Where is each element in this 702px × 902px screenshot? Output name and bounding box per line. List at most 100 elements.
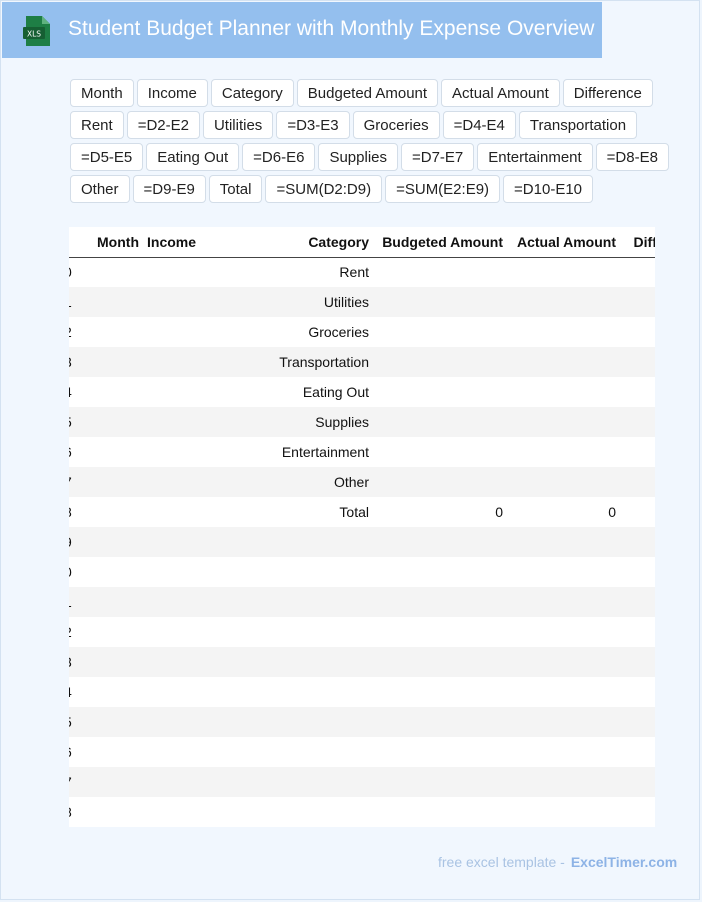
cell-income <box>143 257 213 287</box>
row-index-label: 7 <box>69 774 72 790</box>
cell-actual-amount <box>507 317 620 347</box>
footer-credit: free excel template - ExcelTimer.com <box>438 854 677 870</box>
cell-difference: 0.0 <box>620 287 655 317</box>
cell-month <box>73 347 143 377</box>
cell-category: Transportation <box>279 354 369 370</box>
cell-actual-amount <box>507 767 620 797</box>
header-banner: XLS Student Budget Planner with Monthly … <box>2 2 602 58</box>
cell-category: Utilities <box>323 294 369 310</box>
cell-actual-amount <box>507 737 620 767</box>
chip: =D6-E6 <box>242 143 316 171</box>
spreadsheet-preview: Month Income Category Budgeted Amount Actual… <box>69 227 655 828</box>
cell-month <box>73 617 143 647</box>
row-index-label: 5 <box>69 414 72 430</box>
cell-actual-amount <box>507 707 620 737</box>
cell-month <box>73 737 143 767</box>
chip: =D10-E10 <box>503 175 594 203</box>
chip: Other <box>70 175 130 203</box>
cell-category <box>213 737 373 767</box>
cell-difference <box>620 527 655 557</box>
cell-difference <box>620 797 655 827</box>
cell-income <box>143 467 213 497</box>
cell-actual-amount <box>507 647 620 677</box>
chip: Supplies <box>318 143 398 171</box>
row-index-label: 2 <box>69 624 72 640</box>
svg-text:XLS: XLS <box>27 30 41 39</box>
row-index-label: 7 <box>69 474 72 490</box>
table-row: 8Total000.0 <box>69 497 655 527</box>
page-title: Student Budget Planner with Monthly Expe… <box>68 17 595 40</box>
cell-income <box>143 797 213 827</box>
table-row: 9 <box>69 527 655 557</box>
cell-month <box>73 677 143 707</box>
column-header-income: Income <box>143 227 213 258</box>
cell-difference <box>620 647 655 677</box>
footer-brand-link[interactable]: ExcelTimer.com <box>571 854 677 870</box>
cell-budgeted-amount <box>373 407 507 437</box>
cell-difference: 0.0 <box>620 377 655 407</box>
cell-actual-amount <box>507 527 620 557</box>
excel-file-icon: XLS <box>23 16 50 46</box>
chip: =D2-E2 <box>126 111 200 139</box>
cell-difference: 0.0 <box>620 407 655 437</box>
cell-difference: 0.0 <box>620 497 655 527</box>
cell-month <box>73 557 143 587</box>
row-index-label: 1 <box>69 294 72 310</box>
cell-category: Groceries <box>308 324 369 340</box>
chip: =D5-E5 <box>70 143 144 171</box>
cell-difference: 0.0 <box>620 317 655 347</box>
chip: Budgeted Amount <box>296 79 439 107</box>
formula-chip-list: Month Income Category Budgeted Amount Actual… <box>70 79 700 207</box>
cell-month <box>73 767 143 797</box>
chip: Eating Out <box>146 143 240 171</box>
row-index-label: 0 <box>69 564 72 580</box>
chip: =SUM(D2:D9) <box>265 175 383 203</box>
cell-difference: 0.0 <box>620 347 655 377</box>
row-index-label: 3 <box>69 654 72 670</box>
cell-budgeted-amount <box>373 287 507 317</box>
table-row: 7 <box>69 767 655 797</box>
cell-income <box>143 287 213 317</box>
chip: Month <box>70 79 134 107</box>
cell-month <box>73 587 143 617</box>
row-index-label: 8 <box>69 804 72 820</box>
cell-income <box>143 767 213 797</box>
table-row: 4 Eating Out 0.0 <box>69 377 655 407</box>
cell-category: Rent <box>339 264 369 281</box>
cell-actual-amount <box>507 437 620 467</box>
cell-budgeted-amount <box>373 647 507 677</box>
table-row: 8 <box>69 797 655 827</box>
chip: =D4-E4 <box>442 111 516 139</box>
cell-month <box>73 377 143 407</box>
cell-category <box>213 767 373 797</box>
cell-month <box>73 317 143 347</box>
chip: Utilities <box>202 111 274 139</box>
chip: Actual Amount <box>441 79 560 107</box>
table-row: 7 Other 0.0 <box>69 467 655 497</box>
row-index-label: 2 <box>69 324 72 340</box>
chip: =D3-E3 <box>276 111 350 139</box>
cell-category <box>213 527 373 557</box>
cell-category <box>213 797 373 827</box>
cell-actual-amount <box>507 467 620 497</box>
cell-budgeted-amount <box>373 317 507 347</box>
cell-difference <box>620 557 655 587</box>
cell-category: Other <box>333 474 369 490</box>
chip: Transportation <box>518 111 638 139</box>
cell-month <box>73 437 143 467</box>
cell-category <box>213 557 373 587</box>
cell-category: Supplies <box>315 414 369 430</box>
cell-difference <box>620 677 655 707</box>
budget-table: Month Income Category Budgeted Amount Actual… <box>69 227 655 827</box>
cell-budgeted-amount: 0 <box>495 504 503 520</box>
cell-income <box>143 317 213 347</box>
row-index-label: 0 <box>69 264 72 280</box>
cell-category <box>213 707 373 737</box>
cell-budgeted-amount <box>373 437 507 467</box>
cell-income <box>143 707 213 737</box>
cell-income <box>143 677 213 707</box>
cell-difference <box>620 617 655 647</box>
cell-income <box>143 497 213 527</box>
cell-category: Total <box>339 504 369 520</box>
cell-actual-amount <box>507 797 620 827</box>
